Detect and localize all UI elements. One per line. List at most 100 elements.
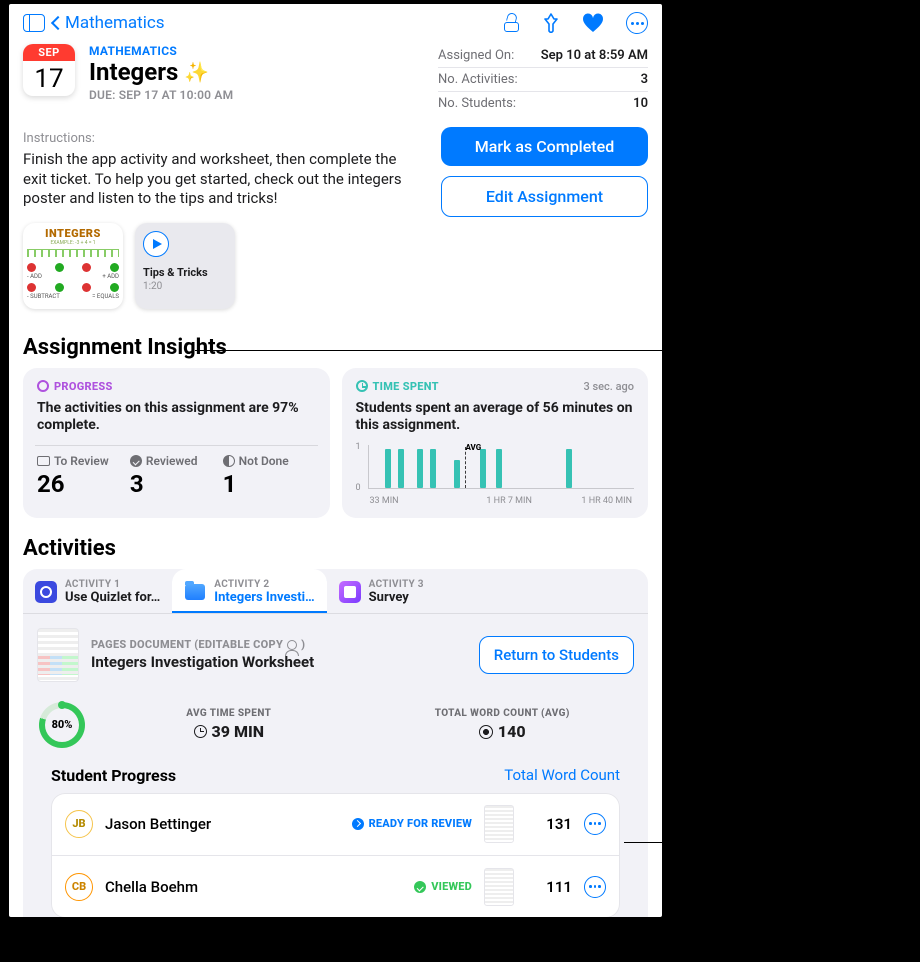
quizlet-icon	[35, 581, 57, 603]
status-ready: READY FOR REVIEW	[352, 817, 472, 830]
ring-percent: 80%	[39, 702, 85, 748]
time-badge: TIME SPENT	[356, 380, 584, 393]
top-nav: Mathematics	[9, 4, 662, 38]
callout-line	[624, 842, 914, 843]
attachment-audio[interactable]: Tips & Tricks 1:20	[135, 223, 235, 309]
poster-title: INTEGERS	[27, 227, 119, 240]
chevron-left-icon	[51, 16, 65, 30]
y-max: 1	[356, 442, 361, 452]
lock-open-icon[interactable]	[503, 15, 520, 32]
student-progress-list: JB Jason Bettinger READY FOR REVIEW 131 …	[51, 793, 620, 918]
reviewed-label: Reviewed	[146, 454, 198, 468]
wordcount-value: 140	[498, 722, 526, 741]
tab3-kicker: ACTIVITY 3	[369, 579, 424, 590]
favorite-icon[interactable]	[582, 13, 604, 33]
document-kicker: PAGES DOCUMENT (EDITABLE COPY )	[91, 638, 467, 651]
x-mid: 1 HR 7 MIN	[486, 496, 532, 506]
target-icon	[37, 380, 49, 392]
document-title: Integers Investigation Worksheet	[91, 653, 467, 671]
tab1-kicker: ACTIVITY 1	[65, 579, 160, 590]
return-to-students-button[interactable]: Return to Students	[479, 636, 634, 674]
subject-eyebrow: MATHEMATICS	[89, 44, 424, 58]
student-progress-heading: Student Progress	[51, 766, 176, 785]
document-thumbnail[interactable]	[37, 628, 79, 682]
checkmark-icon	[130, 455, 142, 467]
person-icon	[287, 640, 297, 650]
tab1-title: Use Quizlet for…	[65, 590, 160, 605]
submission-thumbnail[interactable]	[484, 868, 514, 906]
rosette-icon	[479, 725, 493, 739]
total-word-count-link[interactable]: Total Word Count	[504, 766, 620, 784]
to-review-label: To Review	[54, 454, 109, 468]
word-count: 131	[526, 815, 572, 833]
time-chart: 1 0 AVG 33 MIN	[356, 445, 635, 503]
audio-duration: 1:20	[143, 281, 227, 292]
pin-icon[interactable]	[542, 13, 560, 33]
sparkles-icon: ✨	[184, 60, 209, 84]
avg-label: AVG	[465, 443, 481, 452]
progress-headline: The activities on this assignment are 97…	[37, 400, 316, 435]
not-done-value: 1	[223, 470, 316, 498]
callout-line	[195, 350, 910, 351]
ready-icon	[352, 818, 364, 830]
tab-activity-1[interactable]: ACTIVITY 1Use Quizlet for…	[23, 569, 172, 613]
title-text: Integers	[89, 58, 178, 86]
student-row[interactable]: CB Chella Boehm VIEWED 111	[51, 856, 620, 918]
clock-icon	[356, 380, 368, 392]
calendar-icon: SEP 17	[23, 44, 75, 96]
tab2-title: Integers Investi…	[214, 590, 314, 605]
viewed-icon	[414, 881, 426, 893]
sidebar-toggle-icon[interactable]	[23, 14, 45, 32]
folder-icon	[184, 581, 206, 603]
meta-assigned-value: Sep 10 at 8:59 AM	[541, 48, 648, 63]
assignment-meta: Assigned On: Sep 10 at 8:59 AM No. Activi…	[438, 44, 648, 115]
to-review-value: 26	[37, 470, 130, 498]
meta-activities-label: No. Activities:	[438, 72, 518, 87]
time-badge-text: TIME SPENT	[373, 380, 439, 393]
play-icon[interactable]	[143, 231, 169, 257]
row-more-button[interactable]	[584, 876, 606, 898]
due-date: DUE: SEP 17 AT 10:00 AM	[89, 88, 424, 102]
inbox-icon	[37, 456, 50, 466]
more-icon[interactable]	[626, 12, 648, 34]
tab3-title: Survey	[369, 590, 424, 605]
edit-assignment-button[interactable]: Edit Assignment	[441, 176, 648, 217]
not-done-icon	[223, 455, 235, 467]
attachment-poster[interactable]: INTEGERS EXAMPLE: -3 + 4 = 1 - ADD+ ADD …	[23, 223, 123, 309]
insights-heading: Assignment Insights	[23, 335, 648, 360]
calendar-day: 17	[23, 61, 75, 96]
activities-heading: Activities	[23, 536, 648, 561]
time-spent-card[interactable]: 3 sec. ago TIME SPENT Students spent an …	[342, 368, 649, 518]
x-min: 33 MIN	[370, 496, 399, 506]
survey-icon	[339, 581, 361, 603]
avatar: CB	[65, 873, 93, 901]
calendar-month: SEP	[23, 44, 75, 61]
app-window: Mathematics SEP 17 MATHEMATICS	[9, 4, 662, 917]
student-name: Jason Bettinger	[105, 815, 340, 833]
audio-title: Tips & Tricks	[143, 267, 227, 279]
mark-completed-button[interactable]: Mark as Completed	[441, 127, 648, 166]
back-label: Mathematics	[65, 13, 165, 33]
back-button[interactable]: Mathematics	[53, 13, 165, 33]
meta-assigned-label: Assigned On:	[438, 48, 514, 63]
activities-panel: ACTIVITY 1Use Quizlet for… ACTIVITY 2Int…	[23, 569, 648, 918]
meta-students-value: 10	[633, 96, 648, 111]
tab-activity-2[interactable]: ACTIVITY 2Integers Investi…	[172, 569, 326, 613]
not-done-label: Not Done	[239, 454, 289, 468]
status-viewed: VIEWED	[414, 880, 472, 893]
time-headline: Students spent an average of 56 minutes …	[356, 400, 635, 435]
x-max: 1 HR 40 MIN	[581, 496, 632, 506]
submission-thumbnail[interactable]	[484, 805, 514, 843]
clock-icon	[194, 725, 207, 738]
progress-ring: 80%	[39, 702, 85, 748]
student-row[interactable]: JB Jason Bettinger READY FOR REVIEW 131	[51, 793, 620, 856]
reviewed-value: 3	[130, 470, 223, 498]
progress-card[interactable]: PROGRESS The activities on this assignme…	[23, 368, 330, 518]
tab-activity-3[interactable]: ACTIVITY 3Survey	[327, 569, 436, 613]
row-more-button[interactable]	[584, 813, 606, 835]
avatar: JB	[65, 810, 93, 838]
wordcount-label: TOTAL WORD COUNT (AVG)	[373, 708, 633, 719]
meta-students-label: No. Students:	[438, 96, 516, 111]
assignment-title: Integers ✨	[89, 58, 424, 86]
time-ago: 3 sec. ago	[584, 380, 634, 393]
